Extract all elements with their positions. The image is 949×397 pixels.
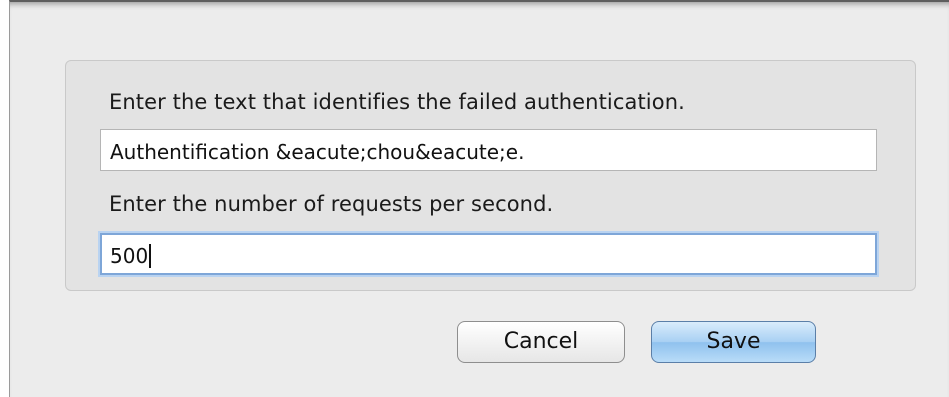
dialog-sheet: Enter the text that identifies the faile… [9, 0, 949, 397]
screen: Enter the text that identifies the faile… [0, 0, 949, 397]
failed-auth-label: Enter the text that identifies the faile… [109, 90, 685, 114]
save-button[interactable]: Save [651, 321, 816, 363]
failed-auth-field-value: Authentification &eacute;chou&eacute;e. [110, 139, 525, 164]
text-cursor [149, 243, 152, 268]
requests-per-second-field[interactable]: 500 [100, 233, 877, 275]
cancel-button[interactable]: Cancel [457, 321, 625, 363]
failed-auth-text-field[interactable]: Authentification &eacute;chou&eacute;e. [100, 129, 877, 171]
requests-per-second-field-value: 500 [110, 243, 149, 268]
requests-per-second-label: Enter the number of requests per second. [109, 192, 554, 216]
settings-group: Enter the text that identifies the faile… [65, 60, 916, 291]
